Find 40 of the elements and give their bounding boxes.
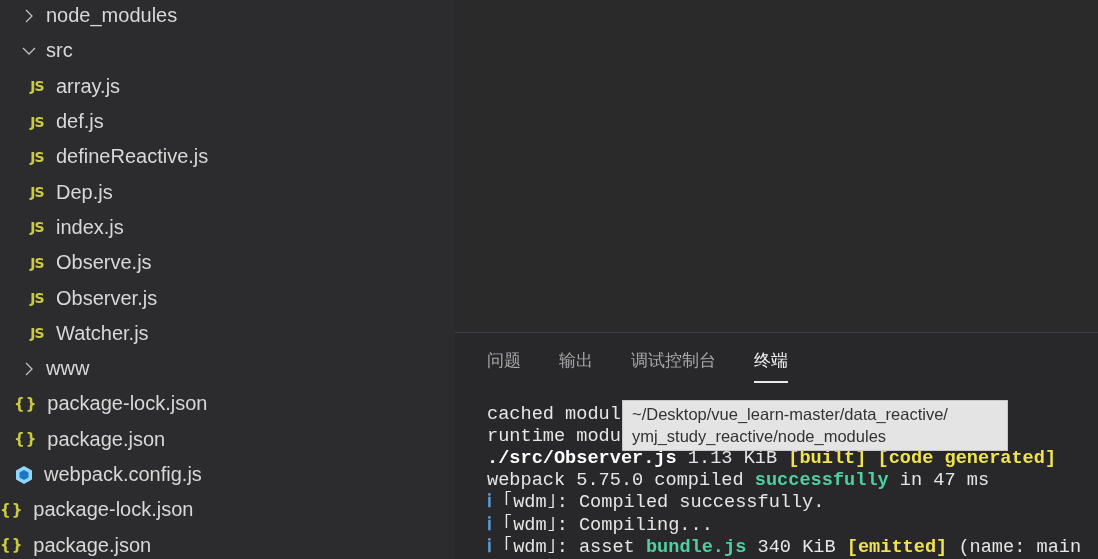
js-file-icon: JS xyxy=(28,254,46,271)
json-file-icon: {} xyxy=(0,536,24,555)
file-name[interactable]: Dep.js xyxy=(56,180,113,204)
file-name[interactable]: package.json xyxy=(47,427,166,451)
panel-tab[interactable]: 问题 xyxy=(487,349,521,383)
terminal-line: ℹ ｢wdm｣: Compiling... xyxy=(487,514,713,536)
js-file-icon: JS xyxy=(28,148,46,165)
terminal-line: ℹ ｢wdm｣: asset bundle.js 340 KiB [emitted] (name: main xyxy=(487,536,1082,559)
terminal-line: ℹ ｢wdm｣: Compiled successfully. xyxy=(487,492,825,514)
js-file-icon: JS xyxy=(28,113,46,130)
panel-tab[interactable]: 调试控制台 xyxy=(631,349,716,383)
js-file-icon: JS xyxy=(28,78,46,95)
terminal-line: runtime modu xyxy=(487,425,621,448)
panel-tab[interactable]: 输出 xyxy=(559,349,593,383)
file-name[interactable]: package-lock.json xyxy=(47,392,208,416)
file-name[interactable]: Watcher.js xyxy=(56,321,149,345)
panel-tab[interactable]: 终端 xyxy=(754,349,788,383)
terminal-line: cached modul xyxy=(487,403,621,426)
file-name[interactable]: defineReactive.js xyxy=(56,145,209,169)
folder-name[interactable]: www xyxy=(46,357,90,381)
file-name[interactable]: package.json xyxy=(33,533,152,557)
json-file-icon: {} xyxy=(14,394,38,413)
path-tooltip: ~/Desktop/vue_learn-master/data_reactive/ ymj_study_reactive/node_modules xyxy=(622,400,1008,451)
file-name[interactable]: webpack.config.js xyxy=(44,463,202,486)
json-file-icon: {} xyxy=(0,500,24,519)
terminal-line: webpack 5.75.0 compiled successfully in 47 ms xyxy=(487,470,990,492)
cube-icon xyxy=(14,464,34,485)
js-file-icon: JS xyxy=(28,290,46,306)
folder-name[interactable]: node_modules xyxy=(46,4,178,28)
file-name[interactable]: def.js xyxy=(56,110,104,134)
folder-name[interactable]: src xyxy=(46,39,73,63)
json-file-icon: {} xyxy=(14,430,38,449)
js-file-icon: JS xyxy=(28,184,46,201)
js-file-icon: JS xyxy=(28,219,46,236)
file-name[interactable]: index.js xyxy=(56,215,124,239)
file-name[interactable]: Observer.js xyxy=(56,286,158,310)
js-file-icon: JS xyxy=(28,325,46,342)
file-name[interactable]: Observe.js xyxy=(56,251,152,275)
file-name[interactable]: package-lock.json xyxy=(33,498,194,522)
file-name[interactable]: array.js xyxy=(56,74,121,98)
